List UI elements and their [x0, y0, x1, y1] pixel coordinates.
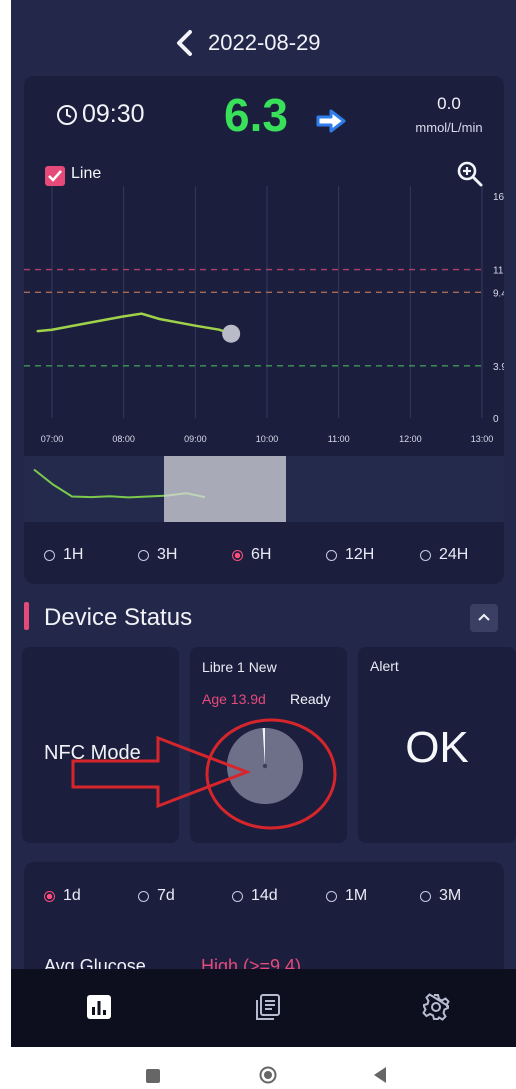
range-option-3h[interactable]: 3H	[138, 546, 177, 564]
option-label: 1M	[345, 887, 368, 904]
rate-value: 0.0	[437, 94, 461, 113]
alert-label: Alert	[370, 658, 399, 674]
x-tick-label: 11:00	[328, 434, 350, 444]
glucose-chart-card: 09:30 6.3 0.0 mmol/L/min Line 07:00 08:00…	[24, 76, 504, 584]
option-label: 1H	[63, 546, 84, 563]
line-checkbox-label: Line	[71, 165, 102, 182]
option-label: 24H	[439, 546, 469, 563]
radio-button	[326, 549, 337, 561]
home-icon[interactable]	[259, 1066, 277, 1084]
settings-icon[interactable]	[421, 992, 451, 1022]
sensor-tile[interactable]: Libre 1 New Age 13.9d Ready	[190, 647, 347, 843]
chart-icon[interactable]	[84, 992, 114, 1022]
range-option-6h[interactable]: 6H	[232, 546, 271, 564]
sensor-state: Ready	[290, 691, 331, 707]
x-tick-label: 10:00	[256, 434, 279, 444]
radio-button	[420, 549, 431, 561]
y-tick-label: 16.6	[493, 192, 504, 203]
period-option-1d[interactable]: 1d	[44, 887, 81, 905]
radio-button	[138, 549, 149, 561]
y-tick-label: 3.9	[493, 362, 504, 373]
option-label: 14d	[251, 887, 278, 904]
glucose-value: 6.3	[224, 89, 288, 141]
period-option-14d[interactable]: 14d	[232, 887, 278, 905]
reading-time: 09:30	[82, 100, 145, 128]
option-label: 3H	[157, 546, 178, 563]
range-option-24h[interactable]: 24H	[420, 546, 468, 564]
overview-window	[164, 456, 286, 522]
x-tick-label: 08:00	[112, 434, 135, 444]
zoom-in-icon[interactable]	[456, 160, 484, 188]
sensor-life-dial	[227, 727, 303, 804]
back-icon[interactable]	[172, 28, 198, 58]
range-option-12h[interactable]: 12H	[326, 546, 374, 564]
alert-status: OK	[405, 723, 469, 772]
clock-icon	[57, 105, 77, 125]
header: 2022-08-29	[11, 0, 516, 84]
option-label: 12H	[345, 546, 375, 563]
period-option-7d[interactable]: 7d	[138, 887, 175, 905]
nfc-mode-label: NFC Mode	[44, 742, 141, 764]
recents-icon[interactable]	[146, 1069, 160, 1083]
system-back-icon[interactable]	[372, 1066, 388, 1084]
x-tick-label: 09:00	[184, 434, 207, 444]
period-option-1m[interactable]: 1M	[326, 887, 367, 905]
radio-button	[420, 890, 431, 902]
chevron-up-icon	[478, 613, 490, 621]
rate-unit: mmol/L/min	[415, 120, 483, 135]
option-label: 6H	[251, 546, 272, 563]
y-tick-label: 0	[493, 414, 499, 425]
range-option-1h[interactable]: 1H	[44, 546, 83, 564]
app-screen: 2022-08-29 09:30 6.3 0.0 mmol/L/min Line…	[11, 0, 516, 1047]
radio-button	[138, 890, 149, 902]
glucose-chart[interactable]: 07:00 08:00 09:00 10:00 11:00 12:00 13:00 0 3.9 9…	[24, 186, 504, 526]
sensor-age: Age 13.9d	[202, 691, 266, 707]
range-selector: 1H 3H 6H 12H 24H	[24, 526, 504, 584]
system-navigation-bar	[0, 1047, 516, 1089]
option-label: 7d	[157, 887, 175, 904]
period-option-3m[interactable]: 3M	[420, 887, 461, 905]
current-reading-marker	[222, 324, 241, 343]
option-label: 1d	[63, 887, 81, 904]
list-icon[interactable]	[252, 992, 282, 1022]
x-tick-label: 07:00	[41, 434, 64, 444]
y-tick-label: 9.4	[493, 288, 504, 299]
radio-button	[326, 890, 337, 902]
line-checkbox[interactable]	[45, 166, 65, 186]
radio-button	[232, 549, 243, 561]
bottom-navigation	[11, 969, 516, 1047]
radio-button	[44, 890, 55, 902]
nfc-mode-tile[interactable]: NFC Mode	[22, 647, 179, 843]
option-label: 3M	[439, 887, 462, 904]
x-tick-label: 12:00	[399, 434, 422, 444]
sensor-name: Libre 1 New	[202, 659, 277, 675]
section-accent-bar	[24, 602, 29, 630]
collapse-button[interactable]	[470, 604, 498, 632]
page-title-date: 2022-08-29	[208, 30, 321, 55]
alert-tile[interactable]: Alert OK	[358, 647, 516, 843]
glucose-series-line	[36, 312, 233, 335]
device-status-title: Device Status	[44, 604, 193, 631]
x-tick-label: 13:00	[471, 434, 494, 444]
radio-button	[232, 890, 243, 902]
arrow-right-icon	[316, 109, 346, 133]
y-tick-label: 11.1	[493, 266, 504, 277]
check-icon	[48, 170, 62, 182]
radio-button	[44, 549, 55, 561]
